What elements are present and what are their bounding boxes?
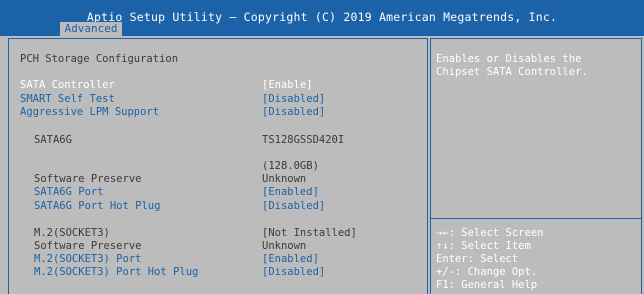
- aggressive-lpm-label[interactable]: Aggressive LPM Support: [20, 106, 159, 118]
- aggressive-lpm-value[interactable]: [Disabled]: [262, 106, 325, 118]
- tab-advanced[interactable]: Advanced: [60, 22, 122, 36]
- key-select-item: ↑↓: Select Item: [436, 240, 531, 252]
- key-general-help: F1: General Help: [436, 279, 538, 291]
- key-select-screen: →←: Select Screen: [436, 227, 544, 239]
- m2-label: M.2(SOCKET3): [34, 227, 110, 239]
- help-text-line2: Chipset SATA Controller.: [436, 66, 588, 78]
- m2-port-value[interactable]: [Enabled]: [262, 253, 319, 265]
- sata-controller-value[interactable]: [Enable]: [262, 79, 313, 91]
- smart-self-test-label[interactable]: SMART Self Test: [20, 93, 115, 105]
- sata6g-software-preserve-value: Unknown: [262, 173, 307, 185]
- page-title: PCH Storage Configuration: [20, 53, 179, 65]
- sata6g-port-value[interactable]: [Enabled]: [262, 186, 319, 198]
- sata6g-capacity: (128.0GB): [262, 160, 319, 172]
- key-change-opt: +/-: Change Opt.: [436, 266, 538, 278]
- key-enter: Enter: Select: [436, 253, 519, 265]
- sata6g-label: SATA6G: [34, 134, 72, 146]
- help-text-line1: Enables or Disables the: [436, 53, 582, 65]
- m2-hotplug-value[interactable]: [Disabled]: [262, 266, 325, 278]
- m2-hotplug-label[interactable]: M.2(SOCKET3) Port Hot Plug: [34, 266, 198, 278]
- smart-self-test-value[interactable]: [Disabled]: [262, 93, 325, 105]
- sata6g-hotplug-value[interactable]: [Disabled]: [262, 200, 325, 212]
- sata-controller-label[interactable]: SATA Controller: [20, 79, 115, 91]
- help-divider: [430, 218, 642, 219]
- m2-software-preserve-label: Software Preserve: [34, 240, 142, 252]
- m2-status: [Not Installed]: [262, 227, 357, 239]
- sata6g-port-label[interactable]: SATA6G Port: [34, 186, 104, 198]
- m2-port-label[interactable]: M.2(SOCKET3) Port: [34, 253, 141, 265]
- sata6g-software-preserve-label: Software Preserve: [34, 173, 142, 185]
- sata6g-model: TS128GSSD420I: [262, 134, 345, 146]
- m2-software-preserve-value: Unknown: [262, 240, 307, 252]
- sata6g-hotplug-label[interactable]: SATA6G Port Hot Plug: [34, 200, 160, 212]
